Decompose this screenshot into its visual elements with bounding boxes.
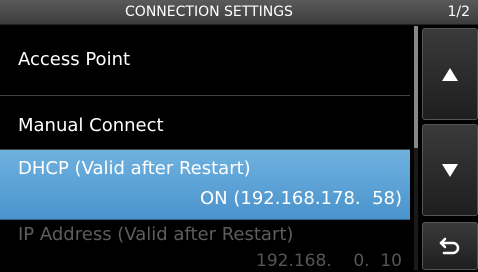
back-button[interactable] [422, 222, 478, 270]
list-item-label: Access Point [18, 49, 131, 70]
list-item-dhcp[interactable]: DHCP (Valid after Restart) ON (192.168.1… [0, 150, 410, 220]
list-item-value: ON (192.168.178. 58) [200, 188, 402, 209]
scroll-up-button[interactable] [422, 28, 478, 120]
scrollbar[interactable] [414, 26, 418, 270]
return-arrow-icon [439, 237, 460, 255]
scrollbar-thumb[interactable] [414, 26, 418, 148]
list-item-label: IP Address (Valid after Restart) [18, 224, 294, 245]
list-item-access-point[interactable]: Access Point [0, 26, 410, 96]
page-title: CONNECTION SETTINGS [125, 4, 293, 20]
scroll-down-button[interactable] [422, 124, 478, 216]
list-item-value: 192.168. 0. 10 [256, 251, 402, 271]
triangle-down-icon [442, 163, 458, 177]
page-indicator: 1/2 [447, 4, 470, 20]
triangle-up-icon [442, 67, 458, 81]
list-item-label: Manual Connect [18, 115, 164, 136]
title-bar: CONNECTION SETTINGS 1/2 [0, 0, 478, 25]
list-item-label: DHCP (Valid after Restart) [18, 158, 251, 179]
settings-list: Access Point Manual Connect DHCP (Valid … [0, 26, 414, 271]
list-item-ip-address: IP Address (Valid after Restart) 192.168… [0, 220, 410, 271]
list-item-manual-connect[interactable]: Manual Connect [0, 96, 410, 150]
